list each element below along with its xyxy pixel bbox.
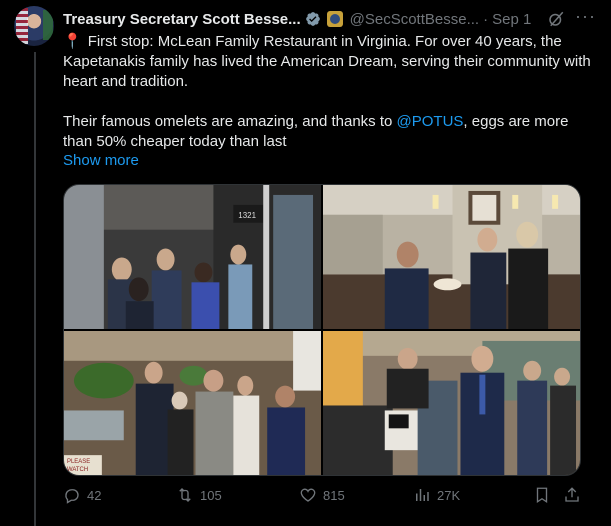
photo-3-sign-line-2: WATCH — [67, 467, 88, 473]
photo-3[interactable]: PLEASE WATCH — [64, 331, 321, 475]
bookmark-button[interactable] — [533, 486, 551, 504]
action-bar: 42 105 815 27K — [63, 486, 583, 510]
author-handle[interactable]: @SecScottBesse... — [350, 11, 479, 28]
share-icon — [565, 487, 579, 502]
affiliation-seal-icon[interactable] — [326, 11, 343, 27]
photo-3-sign-line-1: PLEASE — [67, 459, 90, 465]
more-options-icon[interactable]: ··· — [575, 7, 595, 29]
grok-icon[interactable] — [547, 10, 565, 28]
views-button[interactable]: 27K — [413, 486, 460, 504]
tweet-text: 📍 First stop: McLean Family Restaurant in… — [63, 32, 593, 172]
mention-link[interactable]: @POTUS — [397, 113, 464, 130]
avatar[interactable] — [14, 6, 54, 46]
views-chart-icon — [416, 489, 429, 501]
tweet-header: Treasury Secretary Scott Besse... @SecSc… — [63, 8, 599, 30]
photo-grid: 1321 PLEASE WATCH — [63, 184, 581, 476]
date-separator: · — [483, 10, 489, 28]
like-button[interactable]: 815 — [299, 486, 345, 504]
like-count: 815 — [323, 487, 345, 503]
repost-count: 105 — [200, 487, 222, 503]
flag-graphic — [16, 8, 28, 44]
reply-count: 42 — [87, 487, 102, 503]
heart-icon — [300, 488, 316, 502]
photo-1[interactable]: 1321 — [64, 185, 321, 329]
photo-4[interactable] — [323, 331, 580, 475]
author-name[interactable]: Treasury Secretary Scott Besse... — [63, 11, 301, 28]
pin-emoji: 📍 — [63, 33, 82, 50]
reply-icon — [65, 489, 79, 504]
verified-badge-icon[interactable] — [305, 11, 321, 27]
photo-2[interactable] — [323, 185, 580, 329]
bookmark-icon — [536, 487, 548, 504]
photo-1-sign: 1321 — [238, 211, 256, 220]
views-count: 27K — [437, 487, 461, 503]
share-button[interactable] — [563, 486, 581, 504]
repost-icon — [179, 488, 191, 502]
thread-connector-line — [34, 52, 36, 526]
flag-graphic-secondary — [43, 10, 53, 40]
tweet-text-paragraph-2-start: Their famous omelets are amazing, and th… — [63, 113, 393, 130]
post-date[interactable]: Sep 1 — [492, 11, 531, 28]
reply-button[interactable]: 42 — [63, 486, 101, 504]
tweet-text-paragraph-1: First stop: McLean Family Restaurant in … — [63, 33, 591, 90]
repost-button[interactable]: 105 — [176, 486, 222, 504]
show-more-link[interactable]: Show more — [63, 152, 139, 169]
